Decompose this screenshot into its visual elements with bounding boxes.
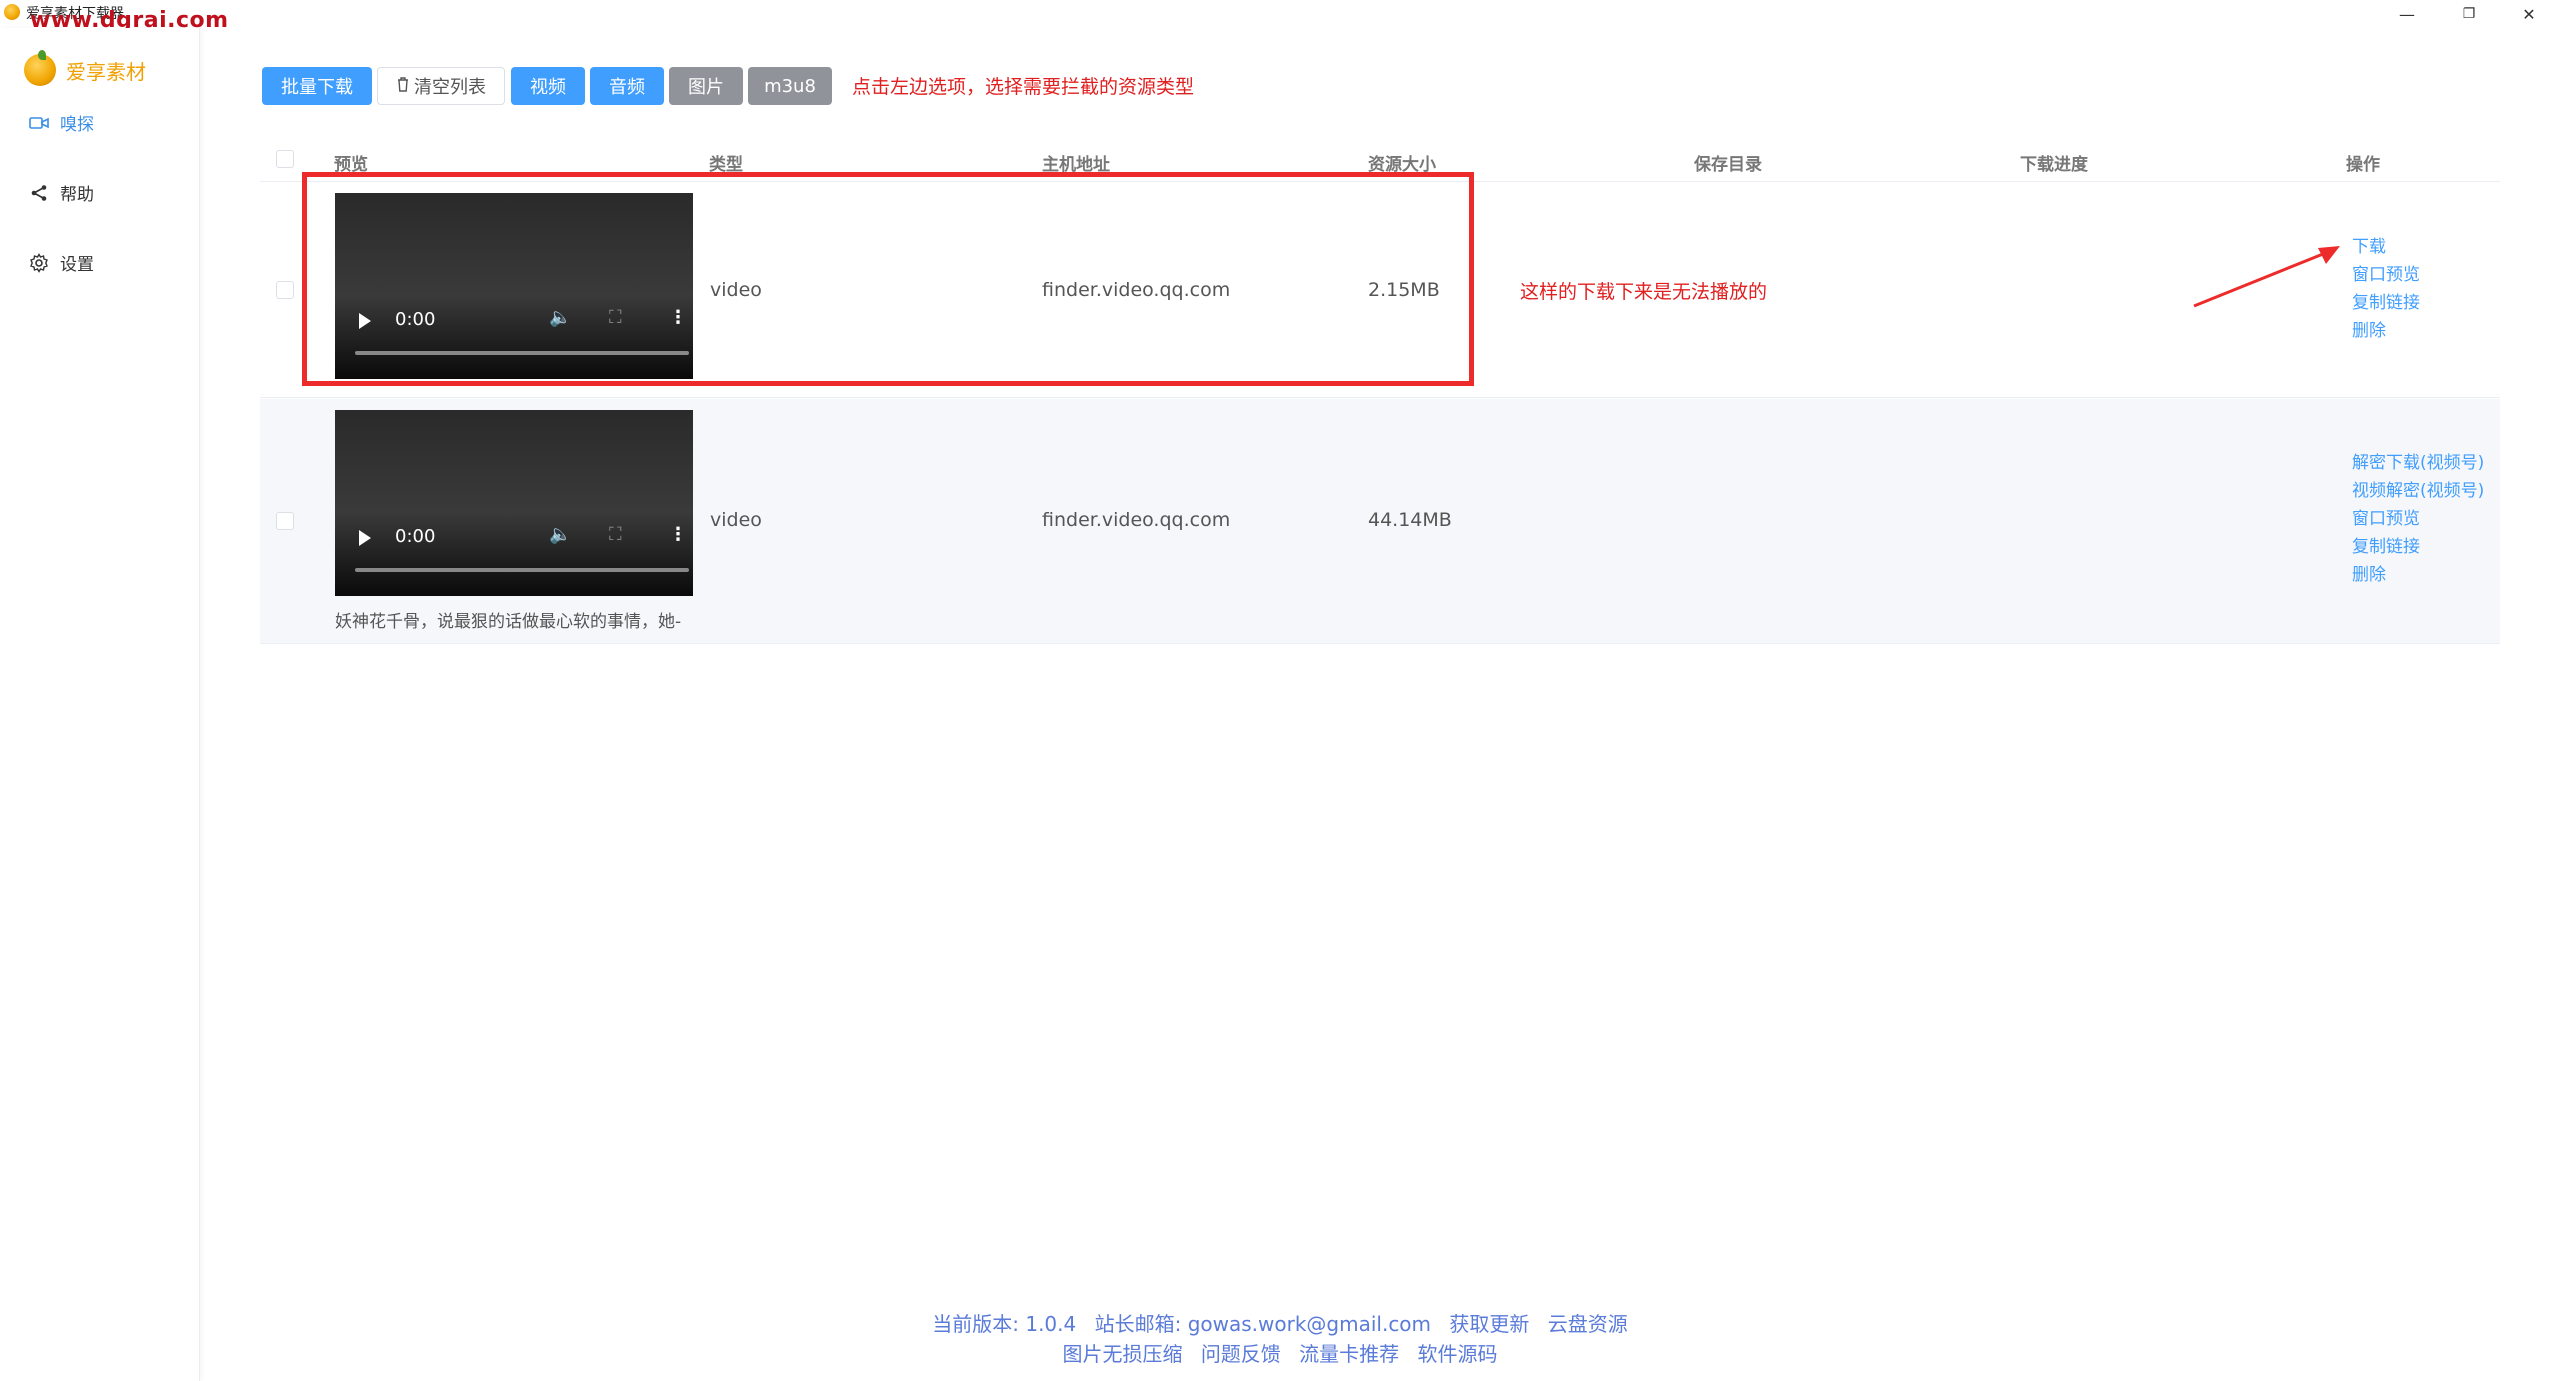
- title-bar: 爱享素材下载器 www.dgrai.com — ❐ ✕: [0, 0, 2560, 33]
- batch-download-button[interactable]: 批量下载: [262, 67, 372, 105]
- close-button[interactable]: ✕: [2500, 0, 2558, 28]
- brand: 爱享素材: [24, 50, 146, 86]
- annotation-highlight-box: [302, 172, 1474, 386]
- filter-image-button[interactable]: 图片: [669, 67, 743, 105]
- email-text: 站长邮箱: gowas.work@gmail.com: [1094, 1312, 1432, 1336]
- select-all-checkbox[interactable]: [276, 150, 294, 168]
- row-size: 44.14MB: [1368, 509, 1452, 531]
- restore-button[interactable]: ❐: [2440, 0, 2498, 28]
- clear-list-button[interactable]: 清空列表: [377, 67, 505, 105]
- row-checkbox[interactable]: [276, 512, 294, 530]
- sidebar-item-label: 帮助: [60, 185, 94, 205]
- video-decrypt-link[interactable]: 视频解密(视频号): [2352, 477, 2484, 505]
- row-type: video: [710, 509, 762, 531]
- header-save-dir: 保存目录: [1694, 155, 1762, 175]
- data-card-link[interactable]: 流量卡推荐: [1299, 1342, 1399, 1366]
- filter-m3u8-button[interactable]: m3u8: [748, 67, 832, 105]
- orange-logo-icon: [24, 50, 56, 86]
- get-update-link[interactable]: 获取更新: [1449, 1312, 1529, 1336]
- sidebar: 爱享素材 嗅探 帮助 设置: [0, 28, 200, 1381]
- source-code-link[interactable]: 软件源码: [1418, 1342, 1498, 1366]
- filter-hint-text: 点击左边选项，选择需要拦截的资源类型: [852, 76, 1195, 98]
- volume-icon[interactable]: 🔈: [549, 524, 571, 545]
- sidebar-item-label: 嗅探: [60, 115, 94, 135]
- sidebar-item-sniff[interactable]: 嗅探: [28, 110, 94, 135]
- sidebar-item-label: 设置: [60, 255, 94, 275]
- footer-line-2: 图片无损压缩 问题反馈 流量卡推荐 软件源码: [0, 1338, 2560, 1367]
- feedback-link[interactable]: 问题反馈: [1201, 1342, 1281, 1366]
- window-preview-link[interactable]: 窗口预览: [2352, 505, 2484, 533]
- cloud-resource-link[interactable]: 云盘资源: [1548, 1312, 1628, 1336]
- image-compress-link[interactable]: 图片无损压缩: [1062, 1342, 1182, 1366]
- row-host: finder.video.qq.com: [1042, 509, 1231, 531]
- delete-link[interactable]: 删除: [2352, 317, 2420, 345]
- video-time: 0:00: [395, 526, 436, 547]
- filter-video-button[interactable]: 视频: [511, 67, 585, 105]
- header-actions: 操作: [2346, 155, 2380, 175]
- video-player[interactable]: 0:00 🔈 ⛶ ⋮: [335, 410, 693, 596]
- row-actions: 解密下载(视频号) 视频解密(视频号) 窗口预览 复制链接 删除: [2352, 449, 2484, 589]
- brand-name: 爱享素材: [66, 59, 146, 84]
- gear-icon: [28, 252, 50, 274]
- header-progress: 下载进度: [2020, 155, 2088, 175]
- delete-link[interactable]: 删除: [2352, 561, 2484, 589]
- window-preview-link[interactable]: 窗口预览: [2352, 261, 2420, 289]
- table-row: 0:00 🔈 ⛶ ⋮ 妖神花千骨，说最狠的话做最心软的事情，她- video f…: [260, 399, 2500, 644]
- minimize-button[interactable]: —: [2378, 0, 2436, 28]
- filter-audio-button[interactable]: 音频: [590, 67, 664, 105]
- download-link[interactable]: 下载: [2352, 233, 2420, 261]
- video-camera-icon: [28, 112, 50, 134]
- video-caption: 妖神花千骨，说最狠的话做最心软的事情，她-: [335, 612, 682, 632]
- footer-line-1: 当前版本: 1.0.4 站长邮箱: gowas.work@gmail.com 获…: [0, 1308, 2560, 1337]
- play-icon[interactable]: [359, 530, 371, 546]
- decrypt-download-link[interactable]: 解密下载(视频号): [2352, 449, 2484, 477]
- annotation-text: 这样的下载下来是无法播放的: [1520, 281, 1768, 303]
- sidebar-item-settings[interactable]: 设置: [28, 250, 94, 275]
- copy-link-link[interactable]: 复制链接: [2352, 289, 2420, 317]
- version-text: 当前版本: 1.0.4: [932, 1312, 1077, 1336]
- copy-link-link[interactable]: 复制链接: [2352, 533, 2484, 561]
- more-options-icon[interactable]: ⋮: [669, 524, 687, 545]
- fullscreen-icon[interactable]: ⛶: [609, 524, 622, 545]
- clear-list-label: 清空列表: [414, 77, 486, 98]
- row-actions: 下载 窗口预览 复制链接 删除: [2352, 233, 2420, 345]
- share-icon: [28, 182, 50, 204]
- sidebar-item-help[interactable]: 帮助: [28, 180, 94, 205]
- annotation-arrow-icon: [2193, 246, 2340, 308]
- row-checkbox[interactable]: [276, 281, 294, 299]
- video-progress-bar[interactable]: [355, 568, 689, 572]
- trash-icon: [396, 76, 410, 97]
- app-orange-icon: [4, 4, 20, 20]
